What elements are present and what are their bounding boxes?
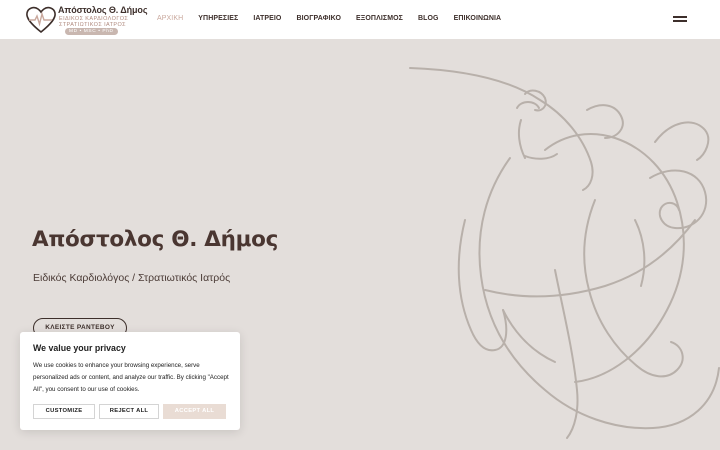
nav-item-home[interactable]: ΑΡΧΙΚΗ [157, 15, 183, 22]
nav-item-equipment[interactable]: ΕΞΟΠΛΙΣΜΟΣ [356, 15, 403, 22]
nav-item-clinic[interactable]: ΙΑΤΡΕΙΟ [253, 15, 281, 22]
nav-item-biography[interactable]: ΒΙΟΓΡΑΦΙΚΟ [296, 15, 341, 22]
logo-name: Απόστολος Θ. Δήμος [58, 5, 148, 15]
site-header: Απόστολος Θ. Δήμος ΕΙΔΙΚΟΣ ΚΑΡΔΙΟΛΟΓΟΣ Σ… [0, 0, 720, 39]
accept-all-cookies-button[interactable]: ACCEPT ALL [163, 404, 226, 419]
customize-cookies-button[interactable]: CUSTOMIZE [33, 404, 95, 419]
nav-item-services[interactable]: ΥΠΗΡΕΣΙΕΣ [198, 15, 238, 22]
nav-item-blog[interactable]: BLOG [418, 15, 439, 22]
main-nav: ΑΡΧΙΚΗ ΥΠΗΡΕΣΙΕΣ ΙΑΤΡΕΙΟ ΒΙΟΓΡΑΦΙΚΟ ΕΞΟΠ… [157, 15, 501, 22]
site-logo[interactable]: Απόστολος Θ. Δήμος ΕΙΔΙΚΟΣ ΚΑΡΔΙΟΛΟΓΟΣ Σ… [25, 4, 148, 36]
heart-pulse-icon [26, 6, 56, 34]
cookie-banner-text: We use cookies to enhance your browsing … [33, 362, 229, 393]
hero-subtitle: Ειδικός Καρδιολόγος / Στρατιωτικός Ιατρό… [33, 272, 231, 284]
nav-item-contact[interactable]: ΕΠΙΚΟΙΝΩΝΙΑ [454, 15, 502, 22]
line-art-heart-illustration [409, 67, 720, 439]
cookie-banner-title: We value your privacy [33, 343, 126, 353]
cookie-consent-banner: We value your privacy We use cookies to … [20, 332, 240, 430]
hero-title: Απόστολος Θ. Δήμος [32, 227, 279, 252]
reject-all-cookies-button[interactable]: REJECT ALL [99, 404, 159, 419]
hamburger-menu-icon[interactable] [673, 15, 687, 23]
cookie-button-group: CUSTOMIZE REJECT ALL ACCEPT ALL [33, 404, 226, 419]
logo-degree-badge: MD • MSC • PhD [65, 28, 118, 35]
